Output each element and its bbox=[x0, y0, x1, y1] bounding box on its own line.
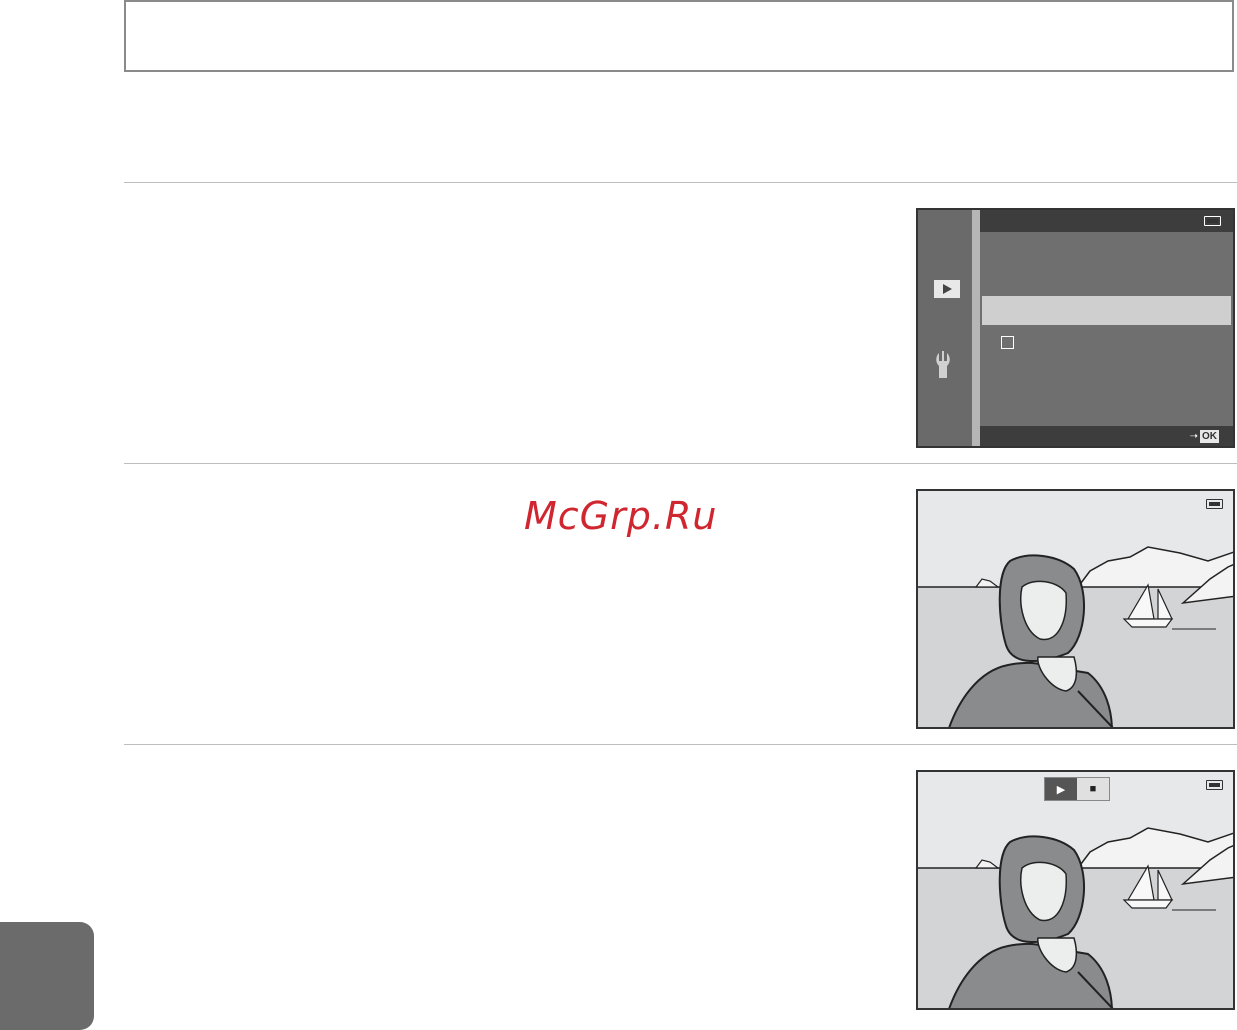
portrait-illustration bbox=[918, 827, 1233, 1008]
battery-icon bbox=[1204, 216, 1221, 226]
menu-footer-bar: ➝ OK bbox=[980, 426, 1233, 446]
play-icon bbox=[934, 280, 960, 298]
menu-sidebar bbox=[918, 210, 972, 446]
arrow-icon: ➝ bbox=[1189, 431, 1198, 442]
menu-item-selected[interactable] bbox=[982, 296, 1231, 325]
chapter-tab bbox=[0, 922, 94, 1030]
photo-screen-1 bbox=[916, 489, 1235, 729]
menu-sidebar-bar bbox=[972, 210, 980, 446]
header-box bbox=[124, 0, 1234, 72]
ok-badge: OK bbox=[1200, 430, 1219, 443]
stop-icon[interactable]: ■ bbox=[1077, 778, 1109, 800]
menu-title-bar bbox=[980, 210, 1233, 232]
section-divider bbox=[124, 463, 1237, 464]
portrait-illustration bbox=[918, 546, 1233, 727]
section-divider bbox=[124, 744, 1237, 745]
wrench-icon bbox=[936, 351, 950, 378]
play-icon[interactable]: ▶ bbox=[1045, 778, 1077, 800]
watermark: McGrp.Ru bbox=[524, 494, 718, 538]
menu-sidebar-icons bbox=[934, 280, 960, 378]
battery-icon bbox=[1206, 780, 1223, 790]
camera-menu-screen: ➝ OK bbox=[916, 208, 1235, 448]
playback-controls: ▶ ■ bbox=[1044, 777, 1110, 801]
battery-icon bbox=[1206, 499, 1223, 509]
section-divider bbox=[124, 182, 1237, 183]
photo-screen-2: ▶ ■ bbox=[916, 770, 1235, 1010]
checkbox-icon[interactable] bbox=[1001, 336, 1014, 349]
